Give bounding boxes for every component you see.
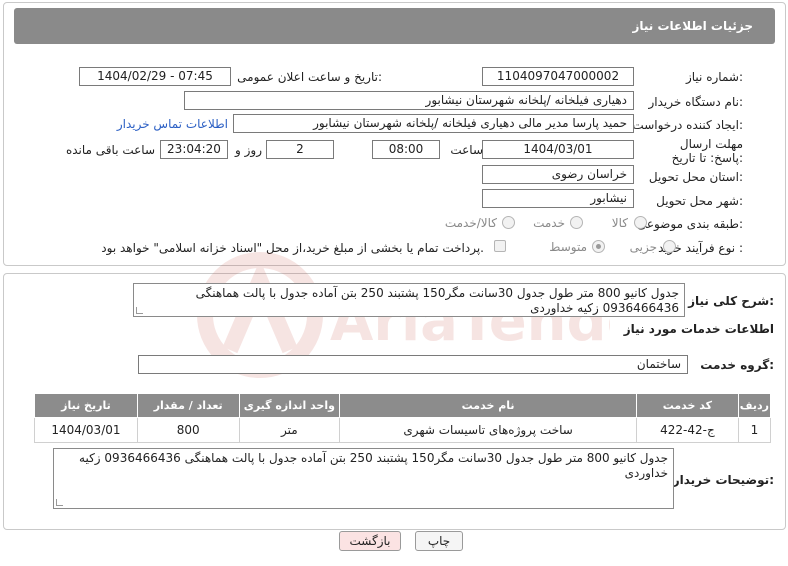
city-label: شهر محل تحویل: bbox=[656, 194, 743, 208]
services-section-title: اطلاعات خدمات مورد نیاز bbox=[623, 322, 774, 336]
treasury-payment-checkbox[interactable] bbox=[494, 240, 506, 252]
creator-field[interactable]: حمید پارسا مدیر مالی دهیاری فیلخانه /پلخ… bbox=[233, 114, 634, 133]
category-option-service: خدمت bbox=[533, 216, 565, 230]
category-option-goods-service: کالا/خدمت bbox=[444, 216, 497, 230]
deadline-time-label: ساعت bbox=[450, 143, 483, 157]
services-table: ردیف کد خدمت نام خدمت واحد اندازه گیری ت… bbox=[34, 393, 772, 443]
page-header: جزئیات اطلاعات نیاز bbox=[14, 8, 775, 44]
deadline-days-field[interactable]: 2 bbox=[266, 140, 334, 159]
need-number-field[interactable]: 1104097047000002 bbox=[482, 67, 634, 86]
city-field[interactable]: نیشابور bbox=[482, 189, 634, 208]
deadline-days-label: روز و bbox=[235, 143, 262, 157]
cell-date: 1404/03/01 bbox=[34, 417, 138, 443]
service-group-field[interactable]: ساختمان bbox=[138, 355, 688, 374]
summary-label: شرح کلی نیاز: bbox=[688, 294, 774, 308]
cell-row: 1 bbox=[737, 417, 772, 443]
buyer-notes-label: توضیحات خریدار: bbox=[672, 473, 774, 487]
buyer-notes-textarea[interactable]: جدول کانیو 800 متر طول جدول 30سانت مگر15… bbox=[53, 448, 674, 509]
process-option-medium: متوسط bbox=[549, 240, 587, 254]
services-table-header: ردیف کد خدمت نام خدمت واحد اندازه گیری ت… bbox=[34, 393, 772, 418]
col-header-quantity: تعداد / مقدار bbox=[136, 393, 240, 418]
category-label: طبقه بندی موضوعی: bbox=[636, 217, 743, 231]
remaining-time-field[interactable]: 23:04:20 bbox=[160, 140, 228, 159]
resize-handle-icon[interactable] bbox=[136, 307, 143, 314]
category-radio-goods[interactable] bbox=[634, 216, 647, 229]
creator-label: ایجاد کننده درخواست: bbox=[632, 118, 743, 132]
cell-unit: متر bbox=[238, 417, 341, 443]
announce-datetime-field[interactable]: 1404/02/29 - 07:45 bbox=[79, 67, 231, 86]
back-button[interactable]: بازگشت bbox=[339, 531, 401, 551]
buyer-notes-text: جدول کانیو 800 متر طول جدول 30سانت مگر15… bbox=[79, 451, 668, 480]
col-header-row: ردیف bbox=[737, 393, 772, 418]
buyer-org-label: نام دستگاه خریدار: bbox=[648, 95, 744, 109]
resize-handle-icon[interactable] bbox=[56, 499, 63, 506]
summary-text: جدول کانیو 800 متر طول جدول 30سانت مگر15… bbox=[195, 286, 679, 315]
cell-quantity: 800 bbox=[136, 417, 240, 443]
category-option-goods: کالا bbox=[611, 216, 628, 230]
category-radio-goods-service[interactable] bbox=[502, 216, 515, 229]
table-row: 1 ج-42-422 ساخت پروژه‌های تاسیسات شهری م… bbox=[34, 417, 772, 443]
buyer-contact-link[interactable]: اطلاعات تماس خریدار bbox=[117, 117, 228, 131]
deadline-time-field[interactable]: 08:00 bbox=[372, 140, 440, 159]
process-option-partial: جزیی bbox=[629, 240, 657, 254]
page-title: جزئیات اطلاعات نیاز bbox=[632, 19, 753, 33]
province-field[interactable]: خراسان رضوی bbox=[482, 165, 634, 184]
cell-name: ساخت پروژه‌های تاسیسات شهری bbox=[339, 417, 637, 443]
print-button[interactable]: چاپ bbox=[415, 531, 463, 551]
buyer-org-field[interactable]: دهیاری فیلخانه /پلخانه شهرستان نیشابور bbox=[184, 91, 634, 110]
province-label: استان محل تحویل: bbox=[648, 170, 743, 184]
deadline-date-field[interactable]: 1404/03/01 bbox=[482, 140, 634, 159]
col-header-code: کد خدمت bbox=[636, 393, 739, 418]
service-group-label: گروه خدمت: bbox=[700, 358, 774, 372]
remaining-time-label: ساعت باقی مانده bbox=[65, 143, 155, 157]
col-header-date: تاریخ نیاز bbox=[34, 393, 138, 418]
cell-code: ج-42-422 bbox=[636, 417, 739, 443]
treasury-payment-note: پرداخت تمام یا بخشی از مبلغ خرید،از محل … bbox=[101, 241, 484, 255]
process-radio-partial[interactable] bbox=[663, 240, 676, 253]
category-radio-service[interactable] bbox=[570, 216, 583, 229]
announce-datetime-label: تاریخ و ساعت اعلان عمومی: bbox=[237, 70, 382, 84]
need-number-label: شماره نیاز: bbox=[685, 70, 743, 84]
col-header-unit: واحد اندازه گیری bbox=[238, 393, 341, 418]
process-radio-medium[interactable] bbox=[592, 240, 605, 253]
col-header-name: نام خدمت bbox=[339, 393, 637, 418]
deadline-label: مهلت ارسال پاسخ: تا تاریخ: bbox=[663, 137, 743, 165]
summary-textarea[interactable]: جدول کانیو 800 متر طول جدول 30سانت مگر15… bbox=[133, 283, 685, 317]
deadline-label-text: مهلت ارسال پاسخ: تا تاریخ: bbox=[671, 137, 743, 165]
